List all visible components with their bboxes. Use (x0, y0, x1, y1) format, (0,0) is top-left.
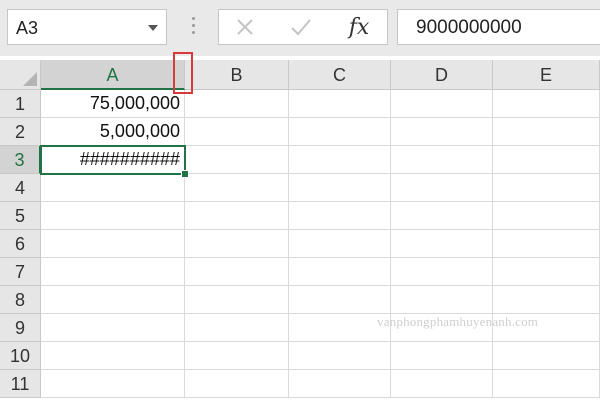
column-header-a[interactable]: A (41, 60, 185, 90)
cell-e10[interactable] (493, 342, 600, 370)
row-header-2[interactable]: 2 (0, 118, 41, 146)
cell-a10[interactable] (41, 342, 185, 370)
close-icon (237, 19, 253, 35)
row-header-9[interactable]: 9 (0, 314, 41, 342)
cell-d7[interactable] (391, 258, 493, 286)
cell-b8[interactable] (185, 286, 289, 314)
cell-d5[interactable] (391, 202, 493, 230)
cell-c1[interactable] (289, 90, 391, 118)
row-header-11[interactable]: 11 (0, 370, 41, 398)
insert-function-button[interactable]: fx (339, 12, 379, 42)
cell-e3[interactable] (493, 146, 600, 174)
cell-a4[interactable] (41, 174, 185, 202)
cell-e7[interactable] (493, 258, 600, 286)
row-header-8[interactable]: 8 (0, 286, 41, 314)
name-box-value: A3 (16, 18, 39, 38)
cell-c10[interactable] (289, 342, 391, 370)
cell-b7[interactable] (185, 258, 289, 286)
column-header-c[interactable]: C (289, 60, 391, 90)
cell-a7[interactable] (41, 258, 185, 286)
formula-buttons: fx (218, 9, 388, 45)
row-header-10[interactable]: 10 (0, 342, 41, 370)
cell-d8[interactable] (391, 286, 493, 314)
cell-a6[interactable] (41, 230, 185, 258)
cell-d6[interactable] (391, 230, 493, 258)
drag-handle-icon[interactable] (192, 17, 196, 39)
cell-e2[interactable] (493, 118, 600, 146)
row-header-7[interactable]: 7 (0, 258, 41, 286)
formula-bar: A3 fx 9000000000 (0, 0, 600, 56)
cell-b11[interactable] (185, 370, 289, 398)
cell-d1[interactable] (391, 90, 493, 118)
row-header-1[interactable]: 1 (0, 90, 41, 118)
cell-a11[interactable] (41, 370, 185, 398)
cell-c4[interactable] (289, 174, 391, 202)
cell-a3[interactable]: ########## (40, 145, 186, 175)
check-icon (291, 19, 311, 36)
column-header-b[interactable]: B (185, 60, 289, 90)
column-header-d[interactable]: D (391, 60, 493, 90)
cell-d4[interactable] (391, 174, 493, 202)
cell-b3[interactable] (185, 146, 289, 174)
watermark: vanphongphamhuyenanh.com (377, 314, 539, 329)
cell-c2[interactable] (289, 118, 391, 146)
cell-e11[interactable] (493, 370, 600, 398)
enter-button[interactable] (281, 12, 321, 42)
column-border-highlight (173, 52, 193, 94)
cell-d2[interactable] (391, 118, 493, 146)
cell-c6[interactable] (289, 230, 391, 258)
chevron-down-icon[interactable] (148, 25, 158, 31)
row-header-6[interactable]: 6 (0, 230, 41, 258)
cell-b1[interactable] (185, 90, 289, 118)
formula-value: 9000000000 (416, 17, 522, 38)
cell-a5[interactable] (41, 202, 185, 230)
row-header-4[interactable]: 4 (0, 174, 41, 202)
cell-b5[interactable] (185, 202, 289, 230)
name-box[interactable]: A3 (7, 9, 167, 45)
cell-e1[interactable] (493, 90, 600, 118)
select-all-button[interactable] (0, 60, 41, 90)
cell-c3[interactable] (289, 146, 391, 174)
cell-a2[interactable]: 5,000,000 (41, 118, 185, 146)
column-header-e[interactable]: E (493, 60, 600, 90)
row-header-3[interactable]: 3 (0, 146, 41, 174)
cell-b10[interactable] (185, 342, 289, 370)
cell-c8[interactable] (289, 286, 391, 314)
spreadsheet-grid: A B C D E 1 2 3 4 5 6 7 8 9 10 11 75,000… (0, 52, 600, 400)
cancel-button[interactable] (225, 12, 265, 42)
cell-e8[interactable] (493, 286, 600, 314)
cell-c7[interactable] (289, 258, 391, 286)
cell-e4[interactable] (493, 174, 600, 202)
cell-e6[interactable] (493, 230, 600, 258)
cell-c5[interactable] (289, 202, 391, 230)
cell-a9[interactable] (41, 314, 185, 342)
formula-input[interactable]: 9000000000 (397, 9, 600, 45)
fill-handle[interactable] (181, 170, 189, 178)
cell-c11[interactable] (289, 370, 391, 398)
function-icon: fx (348, 14, 370, 40)
cell-b2[interactable] (185, 118, 289, 146)
cell-b9[interactable] (185, 314, 289, 342)
cell-d3[interactable] (391, 146, 493, 174)
cell-e5[interactable] (493, 202, 600, 230)
cell-a1[interactable]: 75,000,000 (41, 90, 185, 118)
cell-b6[interactable] (185, 230, 289, 258)
cell-c9[interactable] (289, 314, 391, 342)
cell-d10[interactable] (391, 342, 493, 370)
cell-b4[interactable] (185, 174, 289, 202)
cell-d11[interactable] (391, 370, 493, 398)
cell-a8[interactable] (41, 286, 185, 314)
row-header-5[interactable]: 5 (0, 202, 41, 230)
